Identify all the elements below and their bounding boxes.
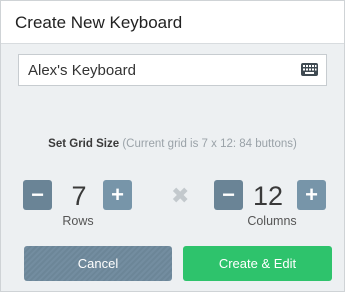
rows-value: 7 <box>71 181 87 211</box>
create-and-edit-button-label: Create & Edit <box>218 256 297 271</box>
rows-increment-button[interactable]: + <box>103 180 132 210</box>
dialog-title: Create New Keyboard <box>15 13 183 32</box>
columns-caption: Columns <box>247 214 297 228</box>
keyboard-name-field[interactable] <box>18 54 327 86</box>
times-icon: ✖ <box>171 183 190 208</box>
grid-size-label: Set Grid Size (Current grid is 7 x 12: 8… <box>1 138 344 150</box>
minus-icon: − <box>222 182 235 207</box>
columns-increment-button[interactable]: + <box>297 180 326 210</box>
cancel-button-label: Cancel <box>77 256 119 271</box>
keyboard-icon[interactable] <box>301 63 318 76</box>
cancel-button[interactable]: Cancel <box>24 246 172 281</box>
minus-icon: − <box>31 182 44 207</box>
rows-decrement-button[interactable]: − <box>23 180 52 210</box>
grid-size-heading: Set Grid Size <box>48 138 120 150</box>
create-and-edit-button[interactable]: Create & Edit <box>183 246 332 281</box>
plus-icon: + <box>305 182 318 207</box>
create-keyboard-dialog: Create New Keyboard Set Grid Size (Curre… <box>0 0 345 292</box>
columns-value: 12 <box>252 181 284 211</box>
columns-decrement-button[interactable]: − <box>214 180 243 210</box>
keyboard-name-input[interactable] <box>19 55 304 85</box>
current-grid-note: (Current grid is 7 x 12: 84 buttons) <box>122 138 297 150</box>
plus-icon: + <box>111 182 124 207</box>
rows-caption: Rows <box>62 214 94 228</box>
dialog-header: Create New Keyboard <box>1 1 344 44</box>
